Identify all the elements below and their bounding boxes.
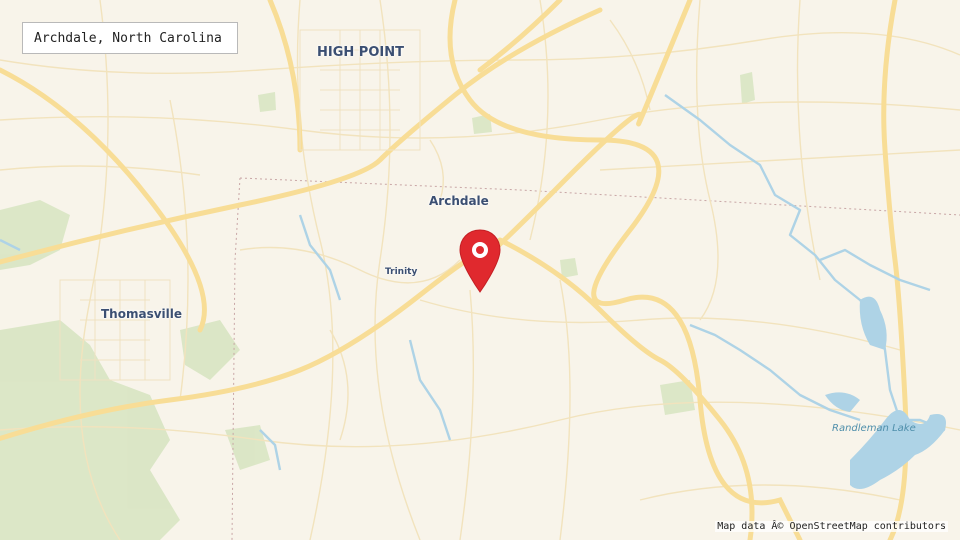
search-text: Archdale, North Carolina <box>34 30 222 46</box>
search-box[interactable]: Archdale, North Carolina <box>22 22 238 54</box>
label-thomasville: Thomasville <box>101 307 183 321</box>
label-randleman-lake: Randleman Lake <box>832 423 916 434</box>
label-high-point: HIGH POINT <box>317 45 404 60</box>
map-attribution: Map data Â© OpenStreetMap contributors <box>715 521 948 532</box>
map-pin-icon[interactable] <box>458 228 502 294</box>
label-archdale: Archdale <box>429 194 489 208</box>
label-trinity: Trinity <box>385 267 418 277</box>
